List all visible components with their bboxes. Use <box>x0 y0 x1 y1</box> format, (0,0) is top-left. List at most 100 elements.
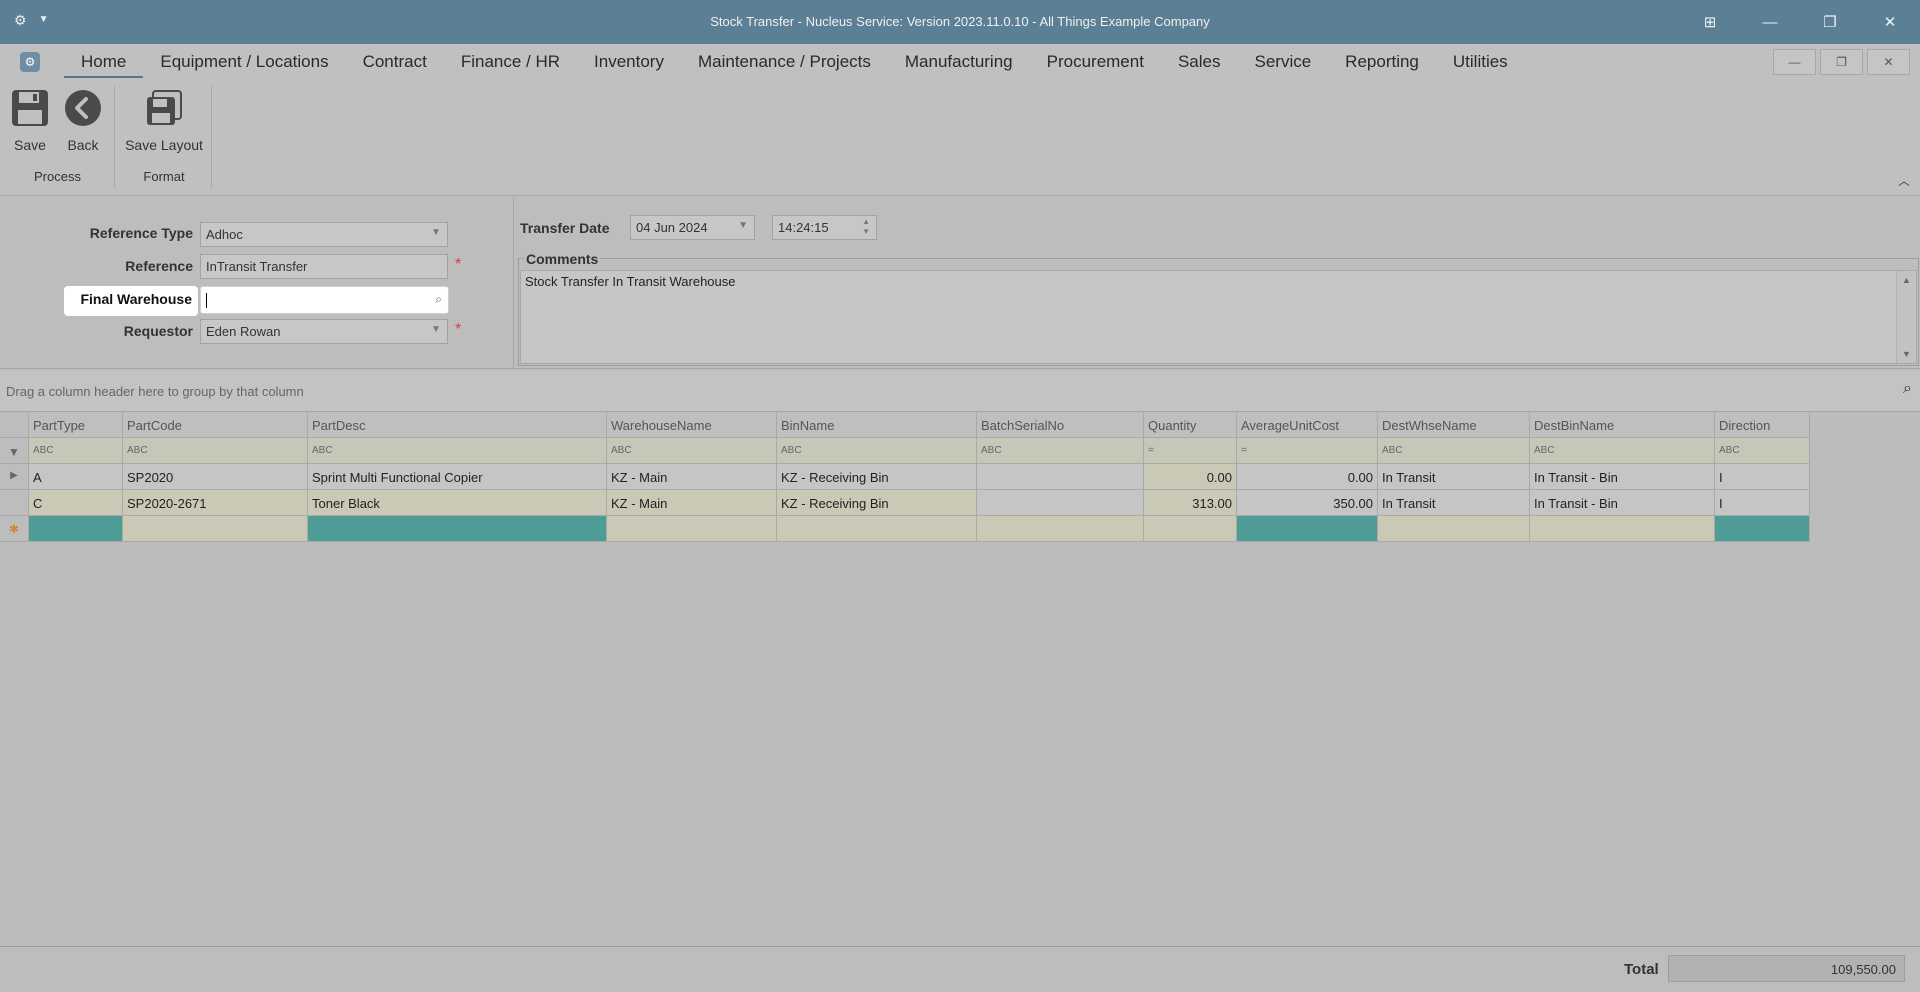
mdi-minimize-button[interactable]: — <box>1773 49 1816 75</box>
column-header-averageunitcost[interactable]: AverageUnitCost <box>1237 412 1378 438</box>
cell-partcode[interactable]: SP2020-2671 <box>123 490 308 516</box>
reference-type-select[interactable]: Adhoc ▼ <box>200 222 448 247</box>
transfer-time-spinner[interactable]: 14:24:15 ▲ ▼ <box>772 215 877 240</box>
menu-home[interactable]: Home <box>64 52 144 78</box>
cell-averageunitcost[interactable]: 0.00 <box>1237 464 1378 490</box>
cell-direction[interactable]: I <box>1715 490 1810 516</box>
cell-batchserialno[interactable] <box>977 490 1144 516</box>
menu-inventory[interactable]: Inventory <box>577 52 681 78</box>
final-warehouse-input[interactable]: ⌕ <box>200 286 449 314</box>
cell-batchserialno[interactable] <box>977 464 1144 490</box>
column-header-direction[interactable]: Direction <box>1715 412 1810 438</box>
menu-contract[interactable]: Contract <box>346 52 444 78</box>
reference-type-value: Adhoc <box>206 227 243 242</box>
column-header-destwhsename[interactable]: DestWhseName <box>1378 412 1530 438</box>
requestor-label: Requestor <box>123 323 193 339</box>
new-cell-batchserialno[interactable] <box>977 516 1144 542</box>
column-header-warehousename[interactable]: WarehouseName <box>607 412 777 438</box>
new-cell-destbinname[interactable] <box>1530 516 1715 542</box>
column-header-parttype[interactable]: PartType <box>29 412 123 438</box>
column-header-partdesc[interactable]: PartDesc <box>308 412 607 438</box>
new-cell-binname[interactable] <box>777 516 977 542</box>
reference-input[interactable]: InTransit Transfer <box>200 254 448 279</box>
comments-scrollbar[interactable]: ▲ ▼ <box>1896 271 1916 363</box>
mdi-close-button[interactable]: ✕ <box>1867 49 1910 75</box>
filter-cell-batchserialno[interactable]: ABC <box>977 438 1144 464</box>
scroll-down-icon[interactable]: ▼ <box>1897 349 1916 359</box>
table-row[interactable]: C SP2020-2671 Toner Black KZ - Main KZ -… <box>0 490 1810 516</box>
filter-cell-destbinname[interactable]: ABC <box>1530 438 1715 464</box>
new-cell-partdesc[interactable] <box>308 516 607 542</box>
filter-cell-parttype[interactable]: ABC <box>29 438 123 464</box>
filter-cell-direction[interactable]: ABC <box>1715 438 1810 464</box>
cell-direction[interactable]: I <box>1715 464 1810 490</box>
required-marker: * <box>455 256 462 273</box>
cell-parttype[interactable]: C <box>29 490 123 516</box>
cell-binname[interactable]: KZ - Receiving Bin <box>777 490 977 516</box>
save-layout-button[interactable]: Save Layout <box>124 88 204 153</box>
menu-equipment-locations[interactable]: Equipment / Locations <box>143 52 345 78</box>
cell-quantity[interactable]: 0.00 <box>1144 464 1237 490</box>
app-menu-icon[interactable]: ⚙ <box>20 52 40 72</box>
transfer-date-picker[interactable]: 04 Jun 2024 ▼ <box>630 215 755 240</box>
final-warehouse-label: Final Warehouse <box>80 291 192 307</box>
filter-cell-quantity[interactable]: = <box>1144 438 1237 464</box>
minimize-button[interactable]: — <box>1740 0 1800 44</box>
column-header-partcode[interactable]: PartCode <box>123 412 308 438</box>
menu-service[interactable]: Service <box>1237 52 1328 78</box>
cell-partdesc[interactable]: Toner Black <box>308 490 607 516</box>
cell-binname[interactable]: KZ - Receiving Bin <box>777 464 977 490</box>
scroll-up-icon[interactable]: ▲ <box>1897 275 1916 285</box>
new-cell-quantity[interactable] <box>1144 516 1237 542</box>
new-cell-averageunitcost[interactable] <box>1237 516 1378 542</box>
cell-destwhsename[interactable]: In Transit <box>1378 464 1530 490</box>
new-cell-parttype[interactable] <box>29 516 123 542</box>
column-header-quantity[interactable]: Quantity <box>1144 412 1237 438</box>
filter-cell-warehousename[interactable]: ABC <box>607 438 777 464</box>
back-button[interactable]: Back <box>63 88 103 153</box>
grid-search-icon[interactable]: ⌕ <box>1903 380 1912 398</box>
column-header-batchserialno[interactable]: BatchSerialNo <box>977 412 1144 438</box>
new-cell-destwhsename[interactable] <box>1378 516 1530 542</box>
menu-maintenance-projects[interactable]: Maintenance / Projects <box>681 52 888 78</box>
column-header-binname[interactable]: BinName <box>777 412 977 438</box>
cell-quantity[interactable]: 313.00 <box>1144 490 1237 516</box>
close-button[interactable]: ✕ <box>1860 0 1920 44</box>
new-item-row[interactable]: ✱ <box>0 516 1810 542</box>
new-cell-partcode[interactable] <box>123 516 308 542</box>
restore-layout-icon[interactable]: ⊞ <box>1680 0 1740 44</box>
cell-warehousename[interactable]: KZ - Main <box>607 464 777 490</box>
collapse-ribbon-icon[interactable]: ︿ <box>1898 172 1910 189</box>
maximize-button[interactable]: ❐ <box>1800 0 1860 44</box>
save-button[interactable]: Save <box>10 88 50 153</box>
spin-arrows-icon[interactable]: ▲ ▼ <box>862 217 870 237</box>
menu-sales[interactable]: Sales <box>1161 52 1238 78</box>
new-cell-warehousename[interactable] <box>607 516 777 542</box>
menu-reporting[interactable]: Reporting <box>1328 52 1436 78</box>
menu-manufacturing[interactable]: Manufacturing <box>888 52 1030 78</box>
menu-procurement[interactable]: Procurement <box>1030 52 1161 78</box>
cell-warehousename[interactable]: KZ - Main <box>607 490 777 516</box>
menu-finance-hr[interactable]: Finance / HR <box>444 52 577 78</box>
menu-utilities[interactable]: Utilities <box>1436 52 1525 78</box>
cell-destbinname[interactable]: In Transit - Bin <box>1530 490 1715 516</box>
filter-cell-partcode[interactable]: ABC <box>123 438 308 464</box>
column-header-destbinname[interactable]: DestBinName <box>1530 412 1715 438</box>
group-by-panel[interactable]: Drag a column header here to group by th… <box>0 370 1920 412</box>
cell-destwhsename[interactable]: In Transit <box>1378 490 1530 516</box>
cell-destbinname[interactable]: In Transit - Bin <box>1530 464 1715 490</box>
search-icon[interactable]: ⌕ <box>435 292 442 307</box>
table-row[interactable]: ▶ A SP2020 Sprint Multi Functional Copie… <box>0 464 1810 490</box>
filter-cell-destwhsename[interactable]: ABC <box>1378 438 1530 464</box>
cell-averageunitcost[interactable]: 350.00 <box>1237 490 1378 516</box>
cell-partcode[interactable]: SP2020 <box>123 464 308 490</box>
mdi-restore-button[interactable]: ❐ <box>1820 49 1863 75</box>
comments-textarea[interactable]: Stock Transfer In Transit Warehouse ▲ ▼ <box>520 270 1917 364</box>
filter-cell-partdesc[interactable]: ABC <box>308 438 607 464</box>
filter-cell-averageunitcost[interactable]: = <box>1237 438 1378 464</box>
cell-partdesc[interactable]: Sprint Multi Functional Copier <box>308 464 607 490</box>
new-cell-direction[interactable] <box>1715 516 1810 542</box>
cell-parttype[interactable]: A <box>29 464 123 490</box>
requestor-select[interactable]: Eden Rowan ▼ <box>200 319 448 344</box>
filter-cell-binname[interactable]: ABC <box>777 438 977 464</box>
